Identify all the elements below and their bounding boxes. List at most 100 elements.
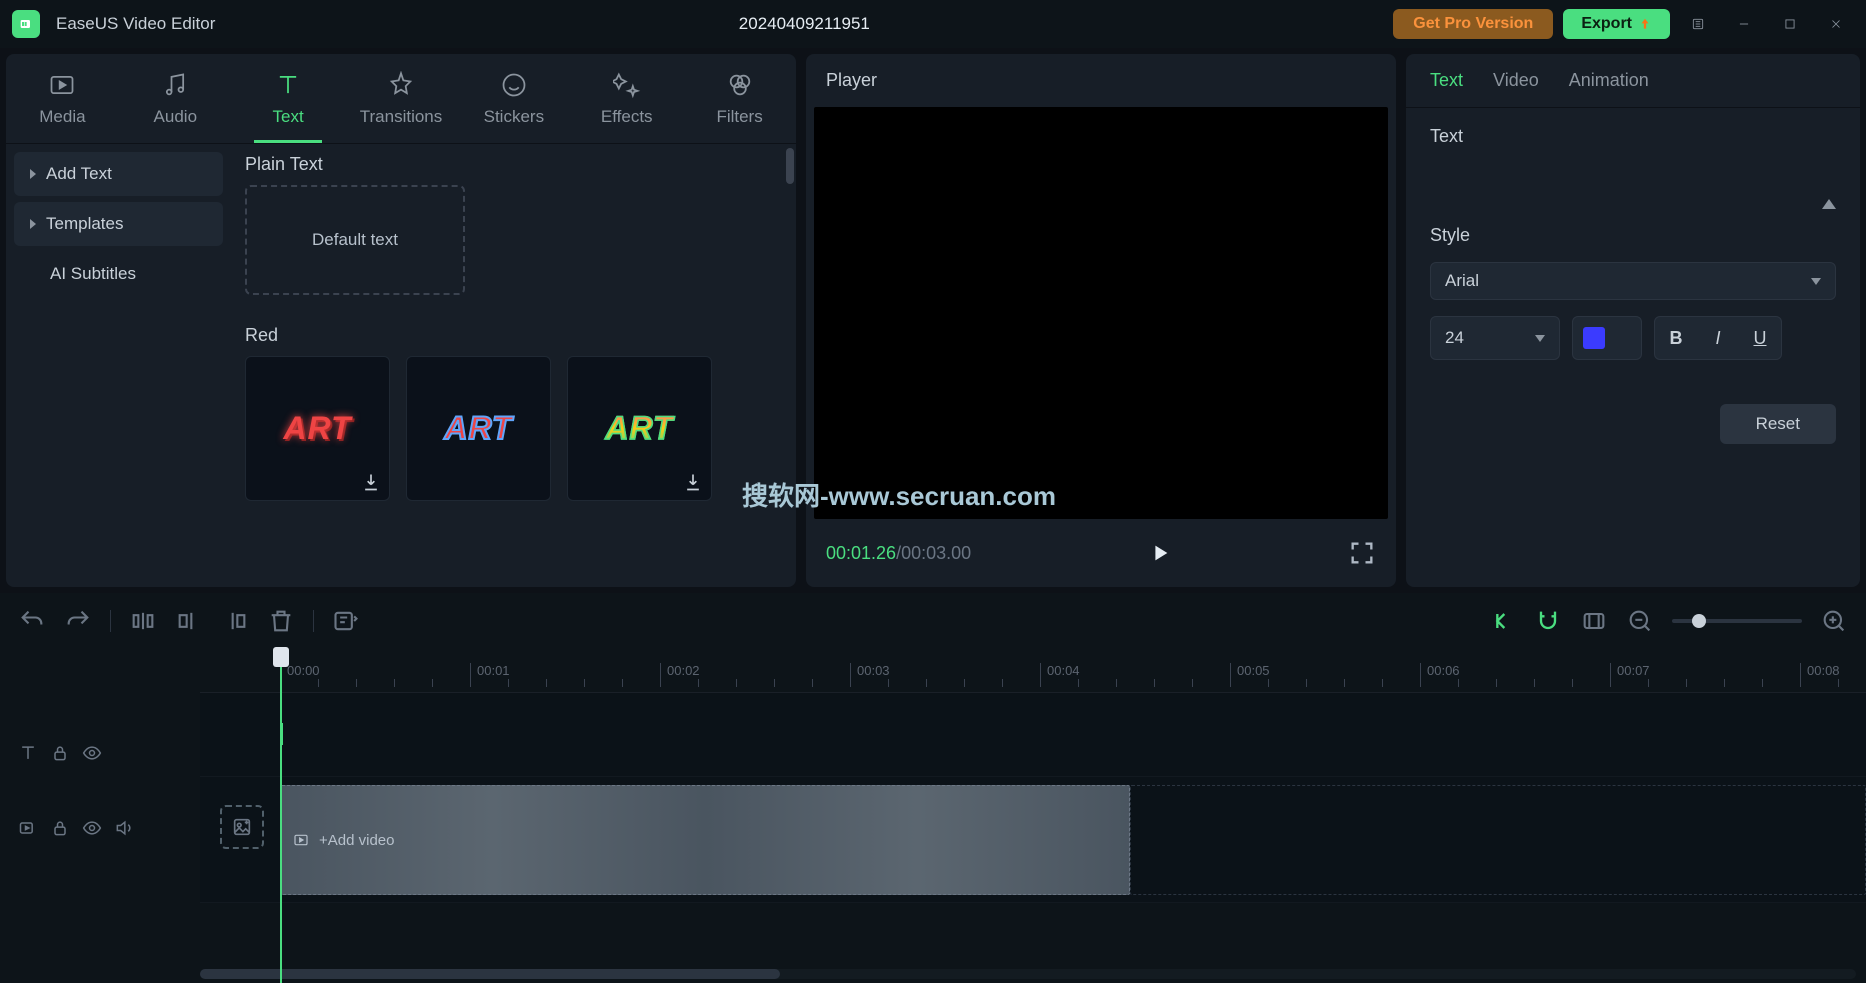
video-track[interactable]: +Add video [200, 777, 1866, 903]
get-pro-button[interactable]: Get Pro Version [1393, 9, 1553, 39]
redo-button[interactable] [64, 607, 92, 635]
font-size-select[interactable]: 24 [1430, 316, 1560, 360]
tab-media-label: Media [39, 107, 85, 127]
chevron-down-icon [1535, 335, 1545, 342]
tab-filters-label: Filters [716, 107, 762, 127]
sidebar-item-ai-subtitles[interactable]: AI Subtitles [14, 252, 223, 296]
color-select[interactable] [1572, 316, 1642, 360]
zoom-in-button[interactable] [1820, 607, 1848, 635]
project-title: 20240409211951 [215, 14, 1393, 34]
download-icon[interactable] [361, 472, 381, 492]
italic-button[interactable]: I [1697, 317, 1739, 359]
watermark: 搜软网-www.secruan.com [742, 476, 1056, 513]
text-sidebar: Add Text Templates AI Subtitles [6, 144, 231, 587]
tab-filters[interactable]: Filters [683, 54, 796, 143]
speaker-icon[interactable] [114, 818, 134, 838]
timeline: 00:0000:0100:0200:0300:0400:0500:0600:07… [0, 593, 1866, 983]
inspector-tab-animation[interactable]: Animation [1569, 70, 1649, 91]
text-label: Text [1430, 126, 1836, 147]
undo-button[interactable] [18, 607, 46, 635]
asset-art-blue[interactable]: ART [406, 356, 551, 501]
tab-text[interactable]: Text [232, 54, 345, 143]
tracks-area[interactable]: 00:0000:0100:0200:0300:0400:0500:0600:07… [200, 649, 1866, 983]
tab-stickers[interactable]: Stickers [457, 54, 570, 143]
sidebar-label: Add Text [46, 164, 112, 184]
collapse-icon[interactable] [1822, 199, 1836, 209]
eye-icon[interactable] [82, 818, 102, 838]
timeline-toolbar [0, 593, 1866, 649]
timecode: 00:01.26/00:03.00 [826, 543, 971, 564]
app-icon [12, 10, 40, 38]
lock-icon[interactable] [50, 818, 70, 838]
export-button[interactable]: Export [1563, 9, 1670, 39]
reset-button[interactable]: Reset [1720, 404, 1836, 444]
inspector-panel: Text Video Animation Text Style Arial 24… [1406, 54, 1860, 587]
category-tabs: Media Audio Text Transitions Stickers Ef… [6, 54, 796, 144]
scrollbar-thumb[interactable] [786, 148, 794, 184]
chevron-down-icon [1811, 278, 1821, 285]
close-button[interactable] [1818, 6, 1854, 42]
zoom-thumb[interactable] [1692, 614, 1706, 628]
playhead[interactable] [280, 649, 282, 983]
crop-right-button[interactable] [221, 607, 249, 635]
settings-icon[interactable] [1680, 6, 1716, 42]
text-track[interactable] [200, 693, 1866, 777]
fullscreen-button[interactable] [1348, 539, 1376, 567]
inspector-tabs: Text Video Animation [1406, 54, 1860, 108]
crop-left-button[interactable] [175, 607, 203, 635]
inspector-tab-text[interactable]: Text [1430, 70, 1463, 91]
magnet-button[interactable] [1534, 607, 1562, 635]
tab-effects[interactable]: Effects [570, 54, 683, 143]
eye-icon[interactable] [82, 743, 102, 763]
underline-button[interactable]: U [1739, 317, 1781, 359]
scrollbar-thumb[interactable] [200, 969, 780, 979]
download-icon[interactable] [683, 472, 703, 492]
text-track-header [0, 731, 200, 775]
tab-transitions[interactable]: Transitions [345, 54, 458, 143]
font-style-group: B I U [1654, 316, 1782, 360]
fit-button[interactable] [1580, 607, 1608, 635]
minimize-button[interactable] [1726, 6, 1762, 42]
player-controls: 00:01.26/00:03.00 [806, 519, 1396, 587]
zoom-slider[interactable] [1672, 619, 1802, 623]
add-media-button[interactable] [220, 805, 264, 849]
player-viewport[interactable]: 搜软网-www.secruan.com [814, 107, 1388, 519]
maximize-button[interactable] [1772, 6, 1808, 42]
current-time: 00:01.26 [826, 543, 896, 563]
zoom-out-button[interactable] [1626, 607, 1654, 635]
video-icon [18, 818, 38, 838]
section-red: Red [245, 325, 782, 346]
speech-to-text-button[interactable] [332, 607, 360, 635]
assets-area: Plain Text Default text Red ART ART ART [231, 144, 796, 587]
font-family-select[interactable]: Arial [1430, 262, 1836, 300]
lock-icon[interactable] [50, 743, 70, 763]
asset-label: Default text [312, 230, 398, 250]
chevron-right-icon [30, 219, 36, 229]
titlebar: EaseUS Video Editor 20240409211951 Get P… [0, 0, 1866, 48]
sidebar-label: AI Subtitles [50, 264, 136, 284]
assets-panel: Media Audio Text Transitions Stickers Ef… [6, 54, 796, 587]
inspector-tab-video[interactable]: Video [1493, 70, 1539, 91]
sidebar-item-add-text[interactable]: Add Text [14, 152, 223, 196]
tab-media[interactable]: Media [6, 54, 119, 143]
asset-art-rainbow[interactable]: ART [567, 356, 712, 501]
asset-default-text[interactable]: Default text [245, 185, 465, 295]
style-label: Style [1430, 225, 1836, 246]
tab-audio[interactable]: Audio [119, 54, 232, 143]
mark-in-button[interactable] [1488, 607, 1516, 635]
sidebar-label: Templates [46, 214, 123, 234]
play-button[interactable] [1140, 533, 1180, 573]
video-clip[interactable]: +Add video [280, 785, 1130, 895]
delete-button[interactable] [267, 607, 295, 635]
ruler[interactable]: 00:0000:0100:0200:0300:0400:0500:0600:07… [200, 649, 1866, 693]
section-plain-text: Plain Text [245, 154, 782, 175]
export-label: Export [1581, 15, 1632, 33]
sidebar-item-templates[interactable]: Templates [14, 202, 223, 246]
bold-button[interactable]: B [1655, 317, 1697, 359]
asset-art-red[interactable]: ART [245, 356, 390, 501]
horizontal-scrollbar[interactable] [200, 969, 1856, 979]
split-button[interactable] [129, 607, 157, 635]
clip-label: +Add video [319, 832, 394, 849]
text-icon [18, 743, 38, 763]
tab-audio-label: Audio [154, 107, 197, 127]
